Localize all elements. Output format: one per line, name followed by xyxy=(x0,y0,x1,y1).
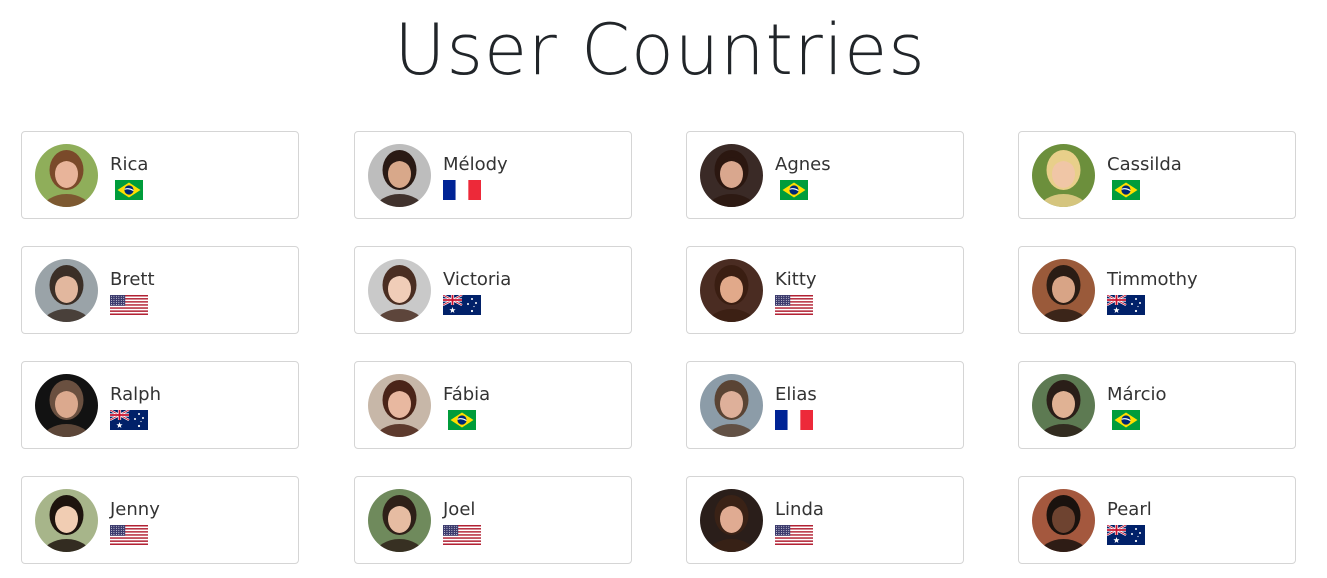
avatar xyxy=(35,259,98,322)
user-name: Elias xyxy=(775,384,817,405)
usa-flag-icon xyxy=(775,525,813,546)
user-name: Kitty xyxy=(775,269,817,290)
usa-flag-icon xyxy=(110,525,148,546)
australia-flag-icon xyxy=(1106,524,1145,545)
user-name: Jenny xyxy=(110,499,160,520)
avatar xyxy=(368,489,431,552)
user-card: Linda xyxy=(686,476,964,564)
user-card: Ralph xyxy=(21,361,299,449)
user-name: Linda xyxy=(775,499,824,520)
user-name: Fábia xyxy=(443,384,491,405)
avatar xyxy=(35,489,98,552)
user-card: Cassilda xyxy=(1018,131,1296,219)
brazil-flag-icon xyxy=(1112,180,1140,200)
brazil-flag-icon xyxy=(115,180,143,200)
avatar xyxy=(368,374,431,437)
user-card: Brett xyxy=(21,246,299,334)
user-card: Elias xyxy=(686,361,964,449)
france-flag-icon xyxy=(775,410,813,430)
brazil-flag-icon xyxy=(448,410,476,430)
avatar xyxy=(1032,259,1095,322)
user-name: Timmothy xyxy=(1107,269,1198,290)
usa-flag-icon xyxy=(775,295,813,316)
user-card: Timmothy xyxy=(1018,246,1296,334)
user-card: Fábia xyxy=(354,361,632,449)
user-name: Pearl xyxy=(1107,499,1152,520)
avatar xyxy=(1032,144,1095,207)
avatar xyxy=(1032,489,1095,552)
avatar xyxy=(368,144,431,207)
user-card: Mélody xyxy=(354,131,632,219)
user-card: Kitty xyxy=(686,246,964,334)
australia-flag-icon xyxy=(109,409,148,430)
user-name: Victoria xyxy=(443,269,512,290)
australia-flag-icon xyxy=(1106,294,1145,315)
usa-flag-icon xyxy=(443,525,481,546)
avatar xyxy=(700,489,763,552)
avatar xyxy=(700,259,763,322)
avatar xyxy=(700,144,763,207)
user-card: Victoria xyxy=(354,246,632,334)
user-card: Agnes xyxy=(686,131,964,219)
user-name: Cassilda xyxy=(1107,154,1182,175)
usa-flag-icon xyxy=(110,295,148,316)
user-card: Rica xyxy=(21,131,299,219)
user-card: Jenny xyxy=(21,476,299,564)
australia-flag-icon xyxy=(442,294,481,315)
avatar xyxy=(35,374,98,437)
user-card: Pearl xyxy=(1018,476,1296,564)
user-name: Mélody xyxy=(443,154,508,175)
user-name: Brett xyxy=(110,269,155,290)
brazil-flag-icon xyxy=(1112,410,1140,430)
user-name: Márcio xyxy=(1107,384,1167,405)
page-title: User Countries xyxy=(394,9,926,91)
avatar xyxy=(368,259,431,322)
user-name: Ralph xyxy=(110,384,161,405)
user-card: Joel xyxy=(354,476,632,564)
france-flag-icon xyxy=(443,180,481,200)
avatar xyxy=(35,144,98,207)
avatar xyxy=(1032,374,1095,437)
user-name: Joel xyxy=(443,499,476,520)
brazil-flag-icon xyxy=(780,180,808,200)
user-name: Rica xyxy=(110,154,149,175)
user-card: Márcio xyxy=(1018,361,1296,449)
user-name: Agnes xyxy=(775,154,831,175)
avatar xyxy=(700,374,763,437)
